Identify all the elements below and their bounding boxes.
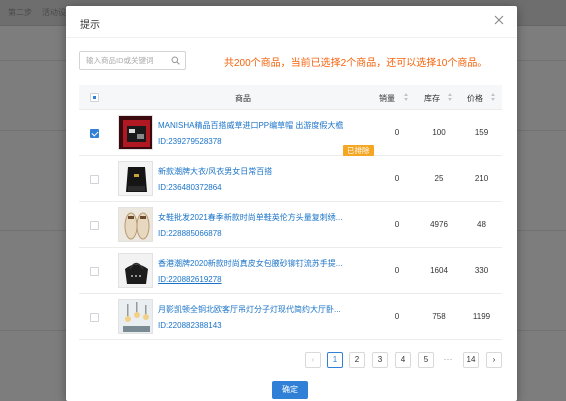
product-id-link[interactable]: ID:220882619278 [158, 275, 222, 284]
dialog-toolbar: 共200个商品，当前已选择2个商品，还可以选择10个商品。 [79, 51, 507, 73]
selection-notice: 共200个商品，当前已选择2个商品，还可以选择10个商品。 [224, 58, 488, 69]
product-select-dialog: 提示 共200个商品，当前已选择2个商品，还可以选择10个商品。 商品 销量 库… [66, 6, 517, 401]
prev-page-button[interactable]: ‹ [305, 352, 321, 368]
page-button[interactable]: 4 [395, 352, 411, 368]
table-row: MANISHA精品百搭威草进口PP编草帽 出游度假大檐... ID:239279… [79, 110, 502, 156]
sales-value: 0 [394, 312, 400, 321]
next-page-button[interactable]: › [486, 352, 502, 368]
product-thumbnail [118, 161, 153, 196]
product-name-link[interactable]: 香港潮牌2020新款时尚真皮女包腋砂铆钉流苏手提... [158, 258, 343, 269]
stock-value: 100 [432, 128, 446, 137]
product-name-link[interactable]: 女鞋批发2021春季新款时尚单鞋英伦方头量复刺绣... [158, 212, 343, 223]
product-id-link[interactable]: ID:239279528378 [158, 137, 222, 146]
column-header-stock[interactable]: 库存 [424, 93, 440, 104]
row-checkbox[interactable] [90, 267, 99, 276]
page-button[interactable]: 14 [463, 352, 479, 368]
product-table: 商品 销量 库存 价格 MANISHA精品百搭威草进口PP编草帽 出游度假大檐.… [79, 85, 502, 340]
price-value: 210 [474, 174, 489, 183]
stock-value: 4976 [430, 220, 448, 229]
sort-icon[interactable] [404, 93, 409, 102]
sort-icon[interactable] [448, 93, 453, 102]
table-row: 月影凯顿全铜北欧客厅吊灯分子灯现代简约大厅卧... ID:22088238814… [79, 294, 502, 340]
product-name-link[interactable]: MANISHA精品百搭威草进口PP编草帽 出游度假大檐... [158, 120, 343, 131]
product-thumbnail [118, 299, 153, 334]
dialog-title: 提示 [80, 20, 100, 31]
search-input[interactable] [80, 52, 166, 69]
search-box [79, 51, 186, 70]
product-id-link[interactable]: ID:236480372864 [158, 183, 222, 192]
row-checkbox[interactable] [90, 313, 99, 322]
select-all-checkbox[interactable] [90, 93, 99, 102]
price-value: 1199 [472, 312, 491, 321]
column-header-product: 商品 [235, 94, 251, 103]
sales-value: 0 [394, 128, 400, 137]
table-header: 商品 销量 库存 价格 [79, 85, 502, 110]
column-header-sales[interactable]: 销量 [379, 93, 395, 104]
sales-value: 0 [394, 220, 400, 229]
product-thumbnail [118, 253, 153, 288]
product-thumbnail [118, 207, 153, 242]
sales-value: 0 [394, 266, 400, 275]
close-icon[interactable] [493, 14, 505, 26]
stock-value: 1604 [430, 266, 448, 275]
page-button[interactable]: 3 [372, 352, 388, 368]
price-value: 48 [477, 220, 486, 229]
sales-value: 0 [394, 174, 400, 183]
price-value: 159 [474, 128, 489, 137]
product-name-link[interactable]: 新款潮牌大衣/风衣男女日常百搭 [158, 166, 343, 177]
product-id-link[interactable]: ID:220882388143 [158, 321, 222, 330]
row-checkbox[interactable] [90, 129, 99, 138]
price-value: 330 [474, 266, 489, 275]
table-row: 女鞋批发2021春季新款时尚单鞋英伦方头量复刺绣... ID:228885066… [79, 202, 502, 248]
pagination-ellipsis[interactable]: ··· [440, 352, 456, 368]
column-header-price[interactable]: 价格 [467, 93, 483, 104]
stock-value: 758 [432, 312, 446, 321]
sort-icon[interactable] [491, 93, 496, 102]
row-checkbox[interactable] [90, 175, 99, 184]
page-button[interactable]: 1 [327, 352, 343, 368]
page-button[interactable]: 5 [418, 352, 434, 368]
background-tab: 第二步 [8, 8, 32, 17]
product-id-link[interactable]: ID:228885066878 [158, 229, 222, 238]
product-thumbnail [118, 115, 153, 150]
table-row: 新款潮牌大衣/风衣男女日常百搭 ID:236480372864 0 25 210 [79, 156, 502, 202]
dialog-header: 提示 [66, 6, 517, 38]
row-checkbox[interactable] [90, 221, 99, 230]
excluded-badge: 已排除 [343, 145, 374, 156]
stock-value: 25 [434, 174, 444, 183]
product-name-link[interactable]: 月影凯顿全铜北欧客厅吊灯分子灯现代简约大厅卧... [158, 304, 343, 315]
confirm-button[interactable]: 确定 [272, 381, 308, 399]
page-button[interactable]: 2 [349, 352, 365, 368]
table-row: 香港潮牌2020新款时尚真皮女包腋砂铆钉流苏手提... ID:220882619… [79, 248, 502, 294]
search-icon[interactable] [171, 56, 180, 65]
